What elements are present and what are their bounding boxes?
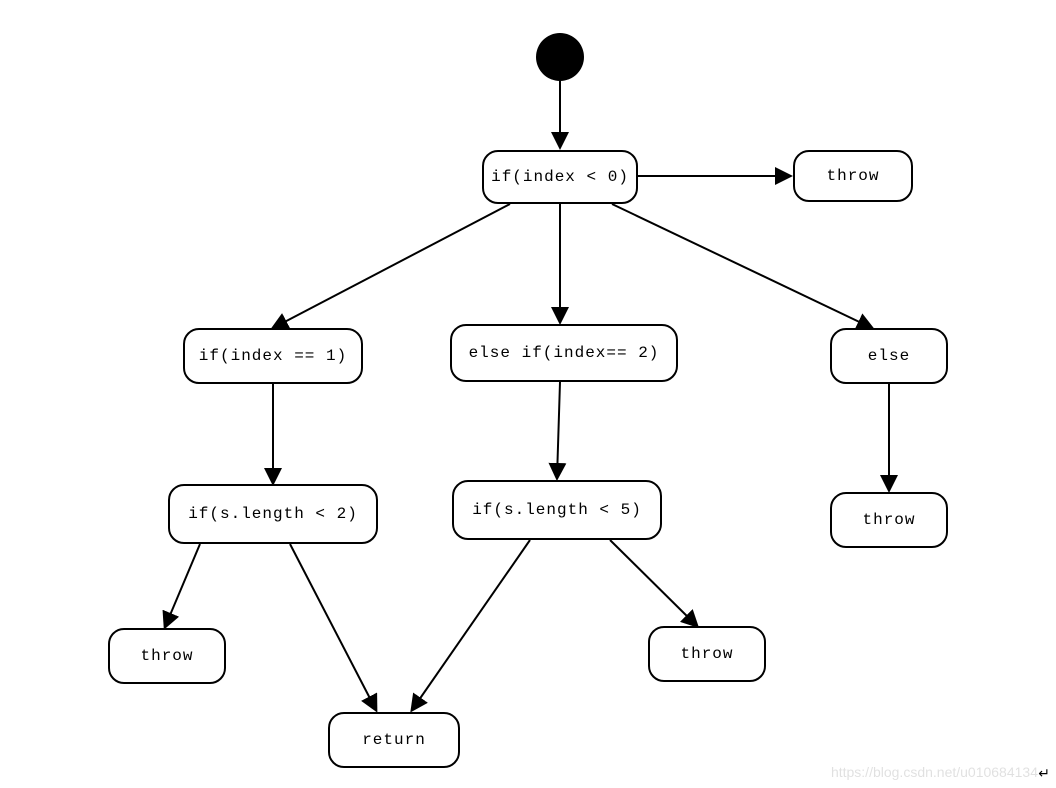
- node-label: if(index < 0): [491, 168, 629, 186]
- node-if-index-eq-1: if(index == 1): [183, 328, 363, 384]
- edge-n1-n5: [612, 204, 872, 328]
- node-throw-top-right: throw: [793, 150, 913, 202]
- node-label: if(s.length < 5): [472, 501, 642, 519]
- node-else: else: [830, 328, 948, 384]
- edge-n7-n11: [412, 540, 530, 710]
- edge-n6-n9: [165, 544, 200, 627]
- node-if-slength-lt-2: if(s.length < 2): [168, 484, 378, 544]
- node-label: throw: [826, 167, 879, 185]
- node-throw-mid-right: throw: [648, 626, 766, 682]
- edge-n6-n11: [290, 544, 376, 710]
- node-throw-else: throw: [830, 492, 948, 548]
- node-label: throw: [862, 511, 915, 529]
- node-label: if(index == 1): [199, 347, 347, 365]
- node-label: throw: [140, 647, 193, 665]
- node-return: return: [328, 712, 460, 768]
- node-if-slength-lt-5: if(s.length < 5): [452, 480, 662, 540]
- edge-n7-n10: [610, 540, 697, 626]
- node-label: throw: [680, 645, 733, 663]
- edge-n1-n3: [273, 204, 510, 328]
- node-if-index-lt-0: if(index < 0): [482, 150, 638, 204]
- watermark-text: https://blog.csdn.net/u010684134: [831, 764, 1038, 780]
- node-label: else: [868, 347, 910, 365]
- edge-n4-n7: [557, 382, 560, 478]
- node-label: else if(index== 2): [469, 344, 660, 362]
- node-throw-left: throw: [108, 628, 226, 684]
- node-label: return: [362, 731, 426, 749]
- node-label: if(s.length < 2): [188, 505, 358, 523]
- carriage-return-symbol: ↵: [1038, 765, 1050, 782]
- node-else-if-index-eq-2: else if(index== 2): [450, 324, 678, 382]
